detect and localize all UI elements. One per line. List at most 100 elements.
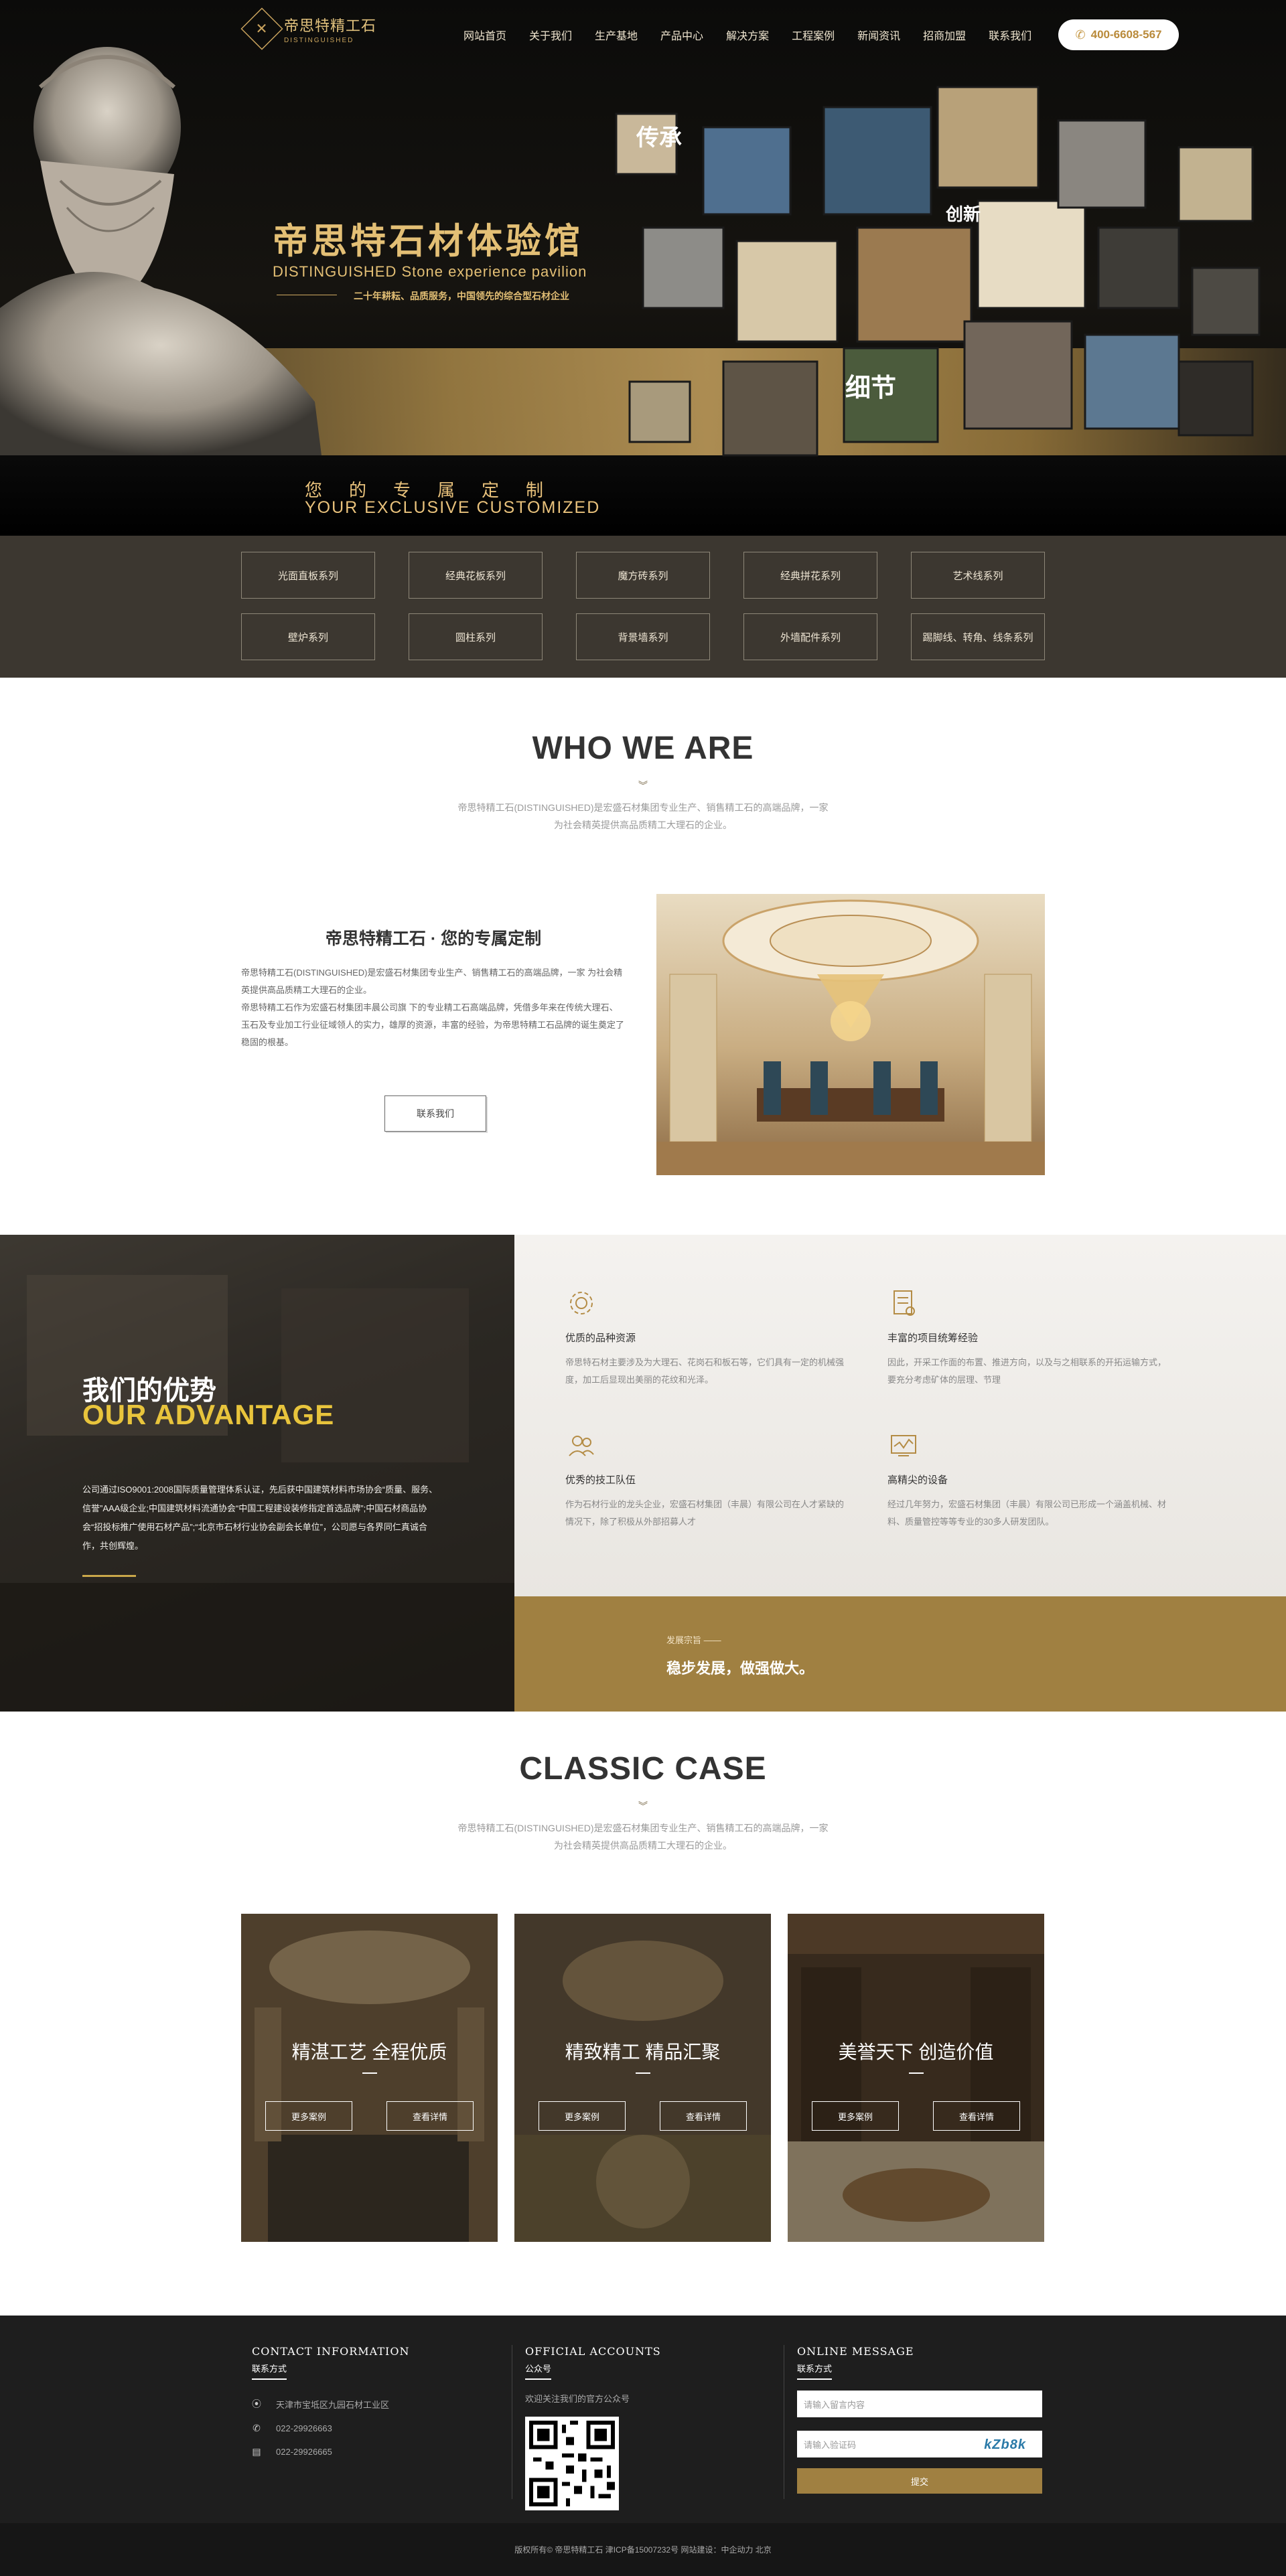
banner-subtitle: DISTINGUISHED Stone experience pavilion [273, 263, 587, 280]
view-details-button[interactable]: 查看详情 [660, 2101, 747, 2131]
view-details-button[interactable]: 查看详情 [933, 2101, 1020, 2131]
nav-cases[interactable]: 工程案例 [792, 27, 835, 43]
contact-title: CONTACT INFORMATION [252, 2345, 410, 2358]
accounts-title: OFFICIAL ACCOUNTS [525, 2345, 661, 2358]
site-header: ✕ 帝思特精工石 DISTINGUISHED 网站首页 关于我们 生产基地 产品… [0, 0, 1286, 67]
cube-label-heritage: 传承 [636, 125, 682, 151]
nav-solutions[interactable]: 解决方案 [726, 27, 769, 43]
who-heading: 帝思特精工石 · 您的专属定制 [325, 929, 542, 948]
advantage-item-title: 优质的品种资源 [565, 1333, 636, 1344]
advantage-item: 优质的品种资源 帝思特石材主要涉及为大理石、花岗石和板石等，它们具有一定的机械强… [565, 1287, 847, 1389]
location-icon: ⦿ [252, 2399, 261, 2409]
more-cases-button[interactable]: 更多案例 [812, 2101, 899, 2131]
who-paragraph-2: 帝思特精工石作为宏盛石材集团丰晨公司旗 下的专业精工石高端品牌，凭借多年来在传统… [241, 1002, 625, 1047]
section-title: CLASSIC CASE [519, 1751, 767, 1787]
banner-slogan: 二十年耕耘、品质服务，中国领先的综合型石材企业 [354, 291, 569, 301]
case-title: 精湛工艺 全程优质 [291, 2042, 447, 2062]
message-title: ONLINE MESSAGE [797, 2345, 914, 2358]
nav-news[interactable]: 新闻资讯 [857, 27, 900, 43]
captcha-input[interactable]: 请输入验证码 kZb8k [797, 2431, 1042, 2457]
category-cube-brick[interactable]: 魔方砖系列 [576, 552, 710, 599]
nav-about[interactable]: 关于我们 [529, 27, 572, 43]
logo-en: DISTINGUISHED [284, 36, 354, 44]
phone-button[interactable]: ✆ 400-6608-567 [1058, 19, 1179, 50]
contact-subtitle: 联系方式 [252, 2362, 287, 2380]
interior-image [656, 894, 1045, 1175]
tel-text: 022-29926663 [276, 2423, 332, 2433]
category-exterior[interactable]: 外墙配件系列 [743, 613, 877, 660]
mission-text: 稳步发展，做强做大。 [666, 1660, 814, 1677]
category-skirting[interactable]: 踢脚线、转角、线条系列 [911, 613, 1045, 660]
category-fireplace[interactable]: 壁炉系列 [241, 613, 375, 660]
advantage-item-desc: 作为石材行业的龙头企业，宏盛石材集团（丰晨）有限公司在人才紧缺的情况下，除了积极… [565, 1499, 845, 1527]
fax-icon: ▤ [252, 2446, 261, 2457]
case-card[interactable]: 精致精工 精品汇聚 更多案例 查看详情 [514, 1914, 771, 2242]
advantage-item-title: 高精尖的设备 [887, 1474, 948, 1486]
category-column[interactable]: 圆柱系列 [409, 613, 543, 660]
case-card[interactable]: 美誉天下 创造价值 更多案例 查看详情 [788, 1914, 1044, 2242]
section-intro: 帝思特精工石(DISTINGUISHED)是宏盛石材集团专业生产、销售精工石的高… [457, 802, 829, 830]
advantage-right-panel: 优质的品种资源 帝思特石材主要涉及为大理石、花岗石和板石等，它们具有一定的机械强… [514, 1235, 1286, 1596]
message-input[interactable]: 请输入留言内容 [797, 2391, 1042, 2417]
more-cases-button[interactable]: 更多案例 [539, 2101, 626, 2131]
advantage-title-en: OUR ADVANTAGE [82, 1399, 335, 1430]
address-row: ⦿ 天津市宝坻区九园石材工业区 [252, 2397, 409, 2411]
document-icon [894, 1290, 915, 1316]
category-classic-flower[interactable]: 经典花板系列 [409, 552, 543, 599]
more-cases-button[interactable]: 更多案例 [265, 2101, 352, 2131]
category-flat-panel[interactable]: 光面直板系列 [241, 552, 375, 599]
nav-home[interactable]: 网站首页 [463, 27, 506, 43]
logo-cn: 帝思特精工石 [284, 17, 377, 35]
section-intro: 帝思特精工石(DISTINGUISHED)是宏盛石材集团专业生产、销售精工石的高… [457, 1823, 829, 1851]
nav-base[interactable]: 生产基地 [595, 27, 638, 43]
message-column: ONLINE MESSAGE 联系方式 请输入留言内容 请输入验证码 kZb8k… [797, 2345, 1042, 2494]
accounts-subtitle: 公众号 [525, 2362, 552, 2380]
phone-icon: ✆ [253, 2423, 261, 2433]
cube-collage-image [615, 86, 1261, 457]
cube-label-innovation: 创新 [946, 204, 981, 224]
main-nav: 网站首页 关于我们 生产基地 产品中心 解决方案 工程案例 新闻资讯 招商加盟 … [463, 27, 1054, 43]
advantage-item-title: 丰富的项目统筹经验 [887, 1333, 979, 1344]
banner-title: 帝思特石材体验馆 [273, 222, 583, 261]
captcha-image[interactable]: kZb8k [984, 2437, 1026, 2453]
who-paragraph-1: 帝思特精工石(DISTINGUISHED)是宏盛石材集团专业生产、销售精工石的高… [241, 968, 623, 995]
advantage-section: 我们的优势 OUR ADVANTAGE 公司通过ISO9001:2008国际质量… [0, 1235, 1286, 1712]
advantage-item-desc: 经过几年努力，宏盛石材集团（丰晨）有限公司已形成一个涵盖机械、材料、质量管控等等… [887, 1499, 1167, 1527]
advantage-left-panel: 我们的优势 OUR ADVANTAGE 公司通过ISO9001:2008国际质量… [0, 1235, 514, 1712]
nav-contact[interactable]: 联系我们 [989, 27, 1031, 43]
view-details-button[interactable]: 查看详情 [386, 2101, 474, 2131]
submit-button[interactable]: 提交 [797, 2468, 1042, 2494]
captcha-placeholder: 请输入验证码 [804, 2439, 857, 2450]
tel-row: ✆ 022-29926663 [252, 2423, 409, 2434]
gear-icon [570, 1292, 593, 1314]
category-classic-mosaic[interactable]: 经典拼花系列 [743, 552, 877, 599]
advantage-background-image [0, 1235, 514, 1712]
logo-icon: ✕ [240, 7, 283, 50]
contact-us-button[interactable]: 联系我们 [384, 1095, 486, 1132]
contact-column: CONTACT INFORMATION 联系方式 ⦿ 天津市宝坻区九园石材工业区… [252, 2345, 409, 2457]
phone-icon: ✆ [1075, 27, 1086, 42]
hero-banner: 帝思特石材体验馆 DISTINGUISHED Stone experience … [0, 0, 1286, 536]
chevron-down-icon: ︾ [638, 780, 648, 791]
qr-code-image [525, 2417, 619, 2510]
case-title: 美誉天下 创造价值 [838, 2042, 994, 2062]
fax-row: ▤ 022-29926665 [252, 2446, 409, 2457]
case-card[interactable]: 精湛工艺 全程优质 更多案例 查看详情 [241, 1914, 498, 2242]
copyright-bar: 版权所有© 帝思特精工石 津ICP备15007232号 网站建设：中企动力 北京 [0, 2523, 1286, 2576]
advantage-item: 优秀的技工队伍 作为石材行业的龙头企业，宏盛石材集团（丰晨）有限公司在人才紧缺的… [565, 1429, 847, 1531]
chevron-down-icon: ︾ [638, 1801, 648, 1811]
category-art-line[interactable]: 艺术线系列 [911, 552, 1045, 599]
fax-text: 022-29926665 [276, 2447, 332, 2457]
address-text: 天津市宝坻区九园石材工业区 [276, 2399, 390, 2410]
advantage-paragraph: 公司通过ISO9001:2008国际质量管理体系认证，先后获中国建筑材料市场协会… [82, 1485, 438, 1551]
cube-label-detail: 细节 [845, 374, 897, 402]
advantage-item-title: 优秀的技工队伍 [565, 1474, 636, 1486]
category-background-wall[interactable]: 背景墙系列 [576, 613, 710, 660]
logo[interactable]: ✕ 帝思特精工石 DISTINGUISHED [240, 7, 377, 50]
team-icon [569, 1436, 594, 1456]
nav-products[interactable]: 产品中心 [660, 27, 703, 43]
advantage-item-desc: 帝思特石材主要涉及为大理石、花岗石和板石等，它们具有一定的机械强度，加工后显现出… [565, 1357, 845, 1385]
mission-label: 发展宗旨 —— [666, 1635, 721, 1645]
nav-join[interactable]: 招商加盟 [923, 27, 966, 43]
section-title: WHO WE ARE [532, 731, 754, 766]
